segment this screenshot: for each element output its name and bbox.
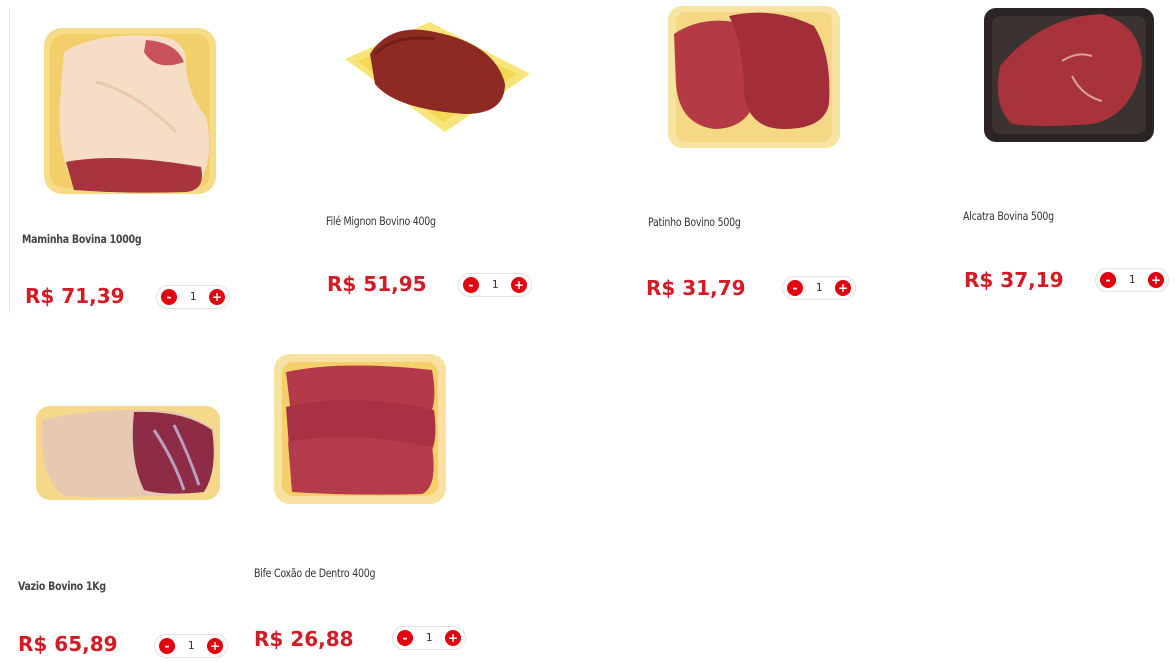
product-image[interactable] bbox=[272, 352, 448, 506]
quantity-stepper[interactable]: - 1 + bbox=[782, 276, 856, 300]
increase-quantity-button[interactable]: + bbox=[445, 630, 461, 646]
decrease-quantity-button[interactable]: - bbox=[397, 630, 413, 646]
quantity-stepper[interactable]: - 1 + bbox=[458, 273, 532, 297]
product-name[interactable]: Vazio Bovino 1Kg bbox=[18, 579, 106, 593]
increase-quantity-button[interactable]: + bbox=[207, 638, 223, 654]
product-price: R$ 65,89 bbox=[18, 632, 118, 656]
quantity-stepper[interactable]: - 1 + bbox=[1095, 268, 1169, 292]
product-name[interactable]: Patinho Bovino 500g bbox=[648, 215, 741, 229]
decrease-quantity-button[interactable]: - bbox=[161, 289, 177, 305]
product-image[interactable] bbox=[36, 22, 226, 202]
increase-quantity-button[interactable]: + bbox=[511, 277, 527, 293]
product-name[interactable]: Bife Coxão de Dentro 400g bbox=[254, 566, 375, 580]
product-name[interactable]: Alcatra Bovina 500g bbox=[963, 209, 1054, 223]
product-image[interactable] bbox=[664, 4, 844, 152]
product-price: R$ 26,88 bbox=[254, 627, 354, 651]
quantity-value[interactable]: 1 bbox=[181, 289, 205, 305]
increase-quantity-button[interactable]: + bbox=[835, 280, 851, 296]
decrease-quantity-button[interactable]: - bbox=[159, 638, 175, 654]
increase-quantity-button[interactable]: + bbox=[209, 289, 225, 305]
quantity-stepper[interactable]: - 1 + bbox=[156, 285, 230, 309]
quantity-value[interactable]: 1 bbox=[1120, 272, 1144, 288]
product-name[interactable]: Maminha Bovina 1000g bbox=[22, 232, 142, 246]
product-price: R$ 71,39 bbox=[25, 284, 125, 308]
product-image[interactable] bbox=[982, 6, 1156, 144]
product-image[interactable] bbox=[335, 14, 535, 139]
quantity-stepper[interactable]: - 1 + bbox=[154, 634, 228, 658]
product-image[interactable] bbox=[34, 400, 222, 504]
quantity-value[interactable]: 1 bbox=[483, 277, 507, 293]
product-price: R$ 51,95 bbox=[327, 272, 427, 296]
quantity-value[interactable]: 1 bbox=[417, 630, 441, 646]
decrease-quantity-button[interactable]: - bbox=[787, 280, 803, 296]
product-price: R$ 37,19 bbox=[964, 268, 1064, 292]
grid-divider bbox=[9, 8, 10, 313]
quantity-value[interactable]: 1 bbox=[807, 280, 831, 296]
product-name[interactable]: Filé Mignon Bovino 400g bbox=[326, 214, 436, 228]
quantity-value[interactable]: 1 bbox=[179, 638, 203, 654]
decrease-quantity-button[interactable]: - bbox=[463, 277, 479, 293]
increase-quantity-button[interactable]: + bbox=[1148, 272, 1164, 288]
product-price: R$ 31,79 bbox=[646, 276, 746, 300]
quantity-stepper[interactable]: - 1 + bbox=[392, 626, 466, 650]
decrease-quantity-button[interactable]: - bbox=[1100, 272, 1116, 288]
